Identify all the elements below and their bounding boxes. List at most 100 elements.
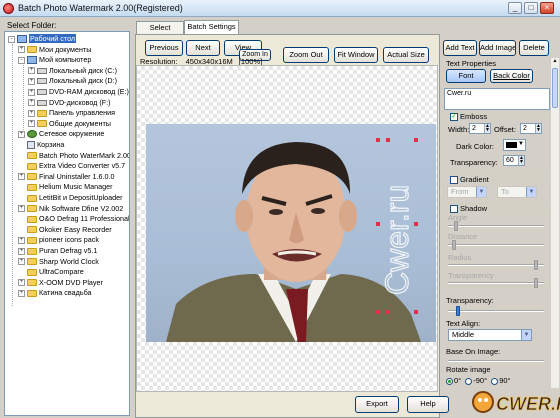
tree-node[interactable]: + Локальный диск (C:) xyxy=(28,66,117,76)
expand-toggle-icon[interactable]: + xyxy=(18,205,25,213)
tree-node-label: UltraCompare xyxy=(39,267,84,277)
tree-node[interactable]: + pioneer icons pack xyxy=(18,235,99,245)
close-button[interactable]: × xyxy=(540,2,554,14)
tree-node[interactable]: - Рабочий стол xyxy=(8,34,77,44)
emboss-checkbox[interactable]: ✓ Emboss xyxy=(450,112,487,122)
network-icon xyxy=(27,130,37,139)
folder-tree[interactable]: - Рабочий стол + Мои документы - Мой компьюте… xyxy=(4,31,130,416)
folder-icon xyxy=(27,236,37,244)
expand-toggle-icon[interactable]: - xyxy=(8,35,15,43)
shadow-distance-slider[interactable] xyxy=(448,240,544,250)
expand-toggle-icon[interactable]: + xyxy=(18,130,25,138)
tree-node[interactable]: LetitBit и DepositUploader xyxy=(18,193,123,203)
tree-node[interactable]: + Final Uninstaller 1.6.0.0 xyxy=(18,172,115,182)
tree-node[interactable]: + Puran Defrag v5.1 xyxy=(18,246,97,256)
expand-toggle-icon[interactable]: + xyxy=(18,258,25,266)
gradient-from-select[interactable]: From ▼ xyxy=(447,186,487,198)
tree-node[interactable]: Extra Video Converter v5.7 xyxy=(18,161,125,171)
transparency-slider[interactable] xyxy=(448,306,544,316)
tree-node[interactable]: + Nik Software Dfine V2.002 xyxy=(18,204,123,214)
expand-toggle-icon[interactable]: + xyxy=(28,88,35,96)
tree-node-label: Nik Software Dfine V2.002 xyxy=(39,203,124,213)
expand-toggle-icon[interactable]: - xyxy=(18,56,25,64)
tree-node[interactable]: O&O Defrag 11 Professional xyxy=(18,214,129,224)
width-spinner[interactable]: 2 ▲ ▼ xyxy=(469,123,491,134)
resize-handle[interactable] xyxy=(386,310,390,314)
watermark-text-input[interactable]: Cwer.ru xyxy=(444,88,550,110)
shadow-transparency-slider[interactable] xyxy=(448,278,544,288)
resize-handle[interactable] xyxy=(414,310,418,314)
tree-node[interactable]: + Общие документы xyxy=(28,119,111,129)
tree-node[interactable]: + Катина свадьба xyxy=(18,288,92,298)
tree-node[interactable]: Okoker Easy Recorder xyxy=(18,225,112,235)
expand-toggle-icon[interactable]: + xyxy=(28,109,35,117)
fit-window-button[interactable]: Fit Window xyxy=(334,47,378,63)
expand-toggle-icon[interactable]: + xyxy=(18,289,25,297)
tree-node[interactable]: + Панель управления xyxy=(28,108,115,118)
help-button[interactable]: Help xyxy=(407,396,449,413)
tree-node[interactable]: + DVD-RAM дисковод (E:) xyxy=(28,87,129,97)
actual-size-button[interactable]: Actual Size xyxy=(383,47,429,63)
tree-node[interactable]: + Sharp World Clock xyxy=(18,257,99,267)
minimize-button[interactable]: _ xyxy=(508,2,522,14)
tab-batch-settings[interactable]: Batch Settings xyxy=(184,20,239,35)
emboss-transparency-spinner[interactable]: 60 ▲ ▼ xyxy=(503,155,525,166)
maximize-button[interactable]: □ xyxy=(524,2,538,14)
tree-node[interactable]: + Мои документы xyxy=(18,45,91,55)
expand-toggle-icon[interactable]: + xyxy=(28,120,35,128)
text-align-select[interactable]: Middle ▼ xyxy=(448,329,532,341)
resize-handle[interactable] xyxy=(376,310,380,314)
expand-toggle-icon[interactable]: + xyxy=(18,236,25,244)
font-button[interactable]: Font xyxy=(446,69,486,83)
expand-toggle-icon[interactable]: + xyxy=(28,67,35,75)
back-color-button[interactable]: Back Color xyxy=(490,69,533,83)
cwer-logo-text: CWER.RU xyxy=(496,394,560,414)
gradient-to-select[interactable]: To ▼ xyxy=(497,186,537,198)
folder-icon xyxy=(27,152,37,160)
resize-handle[interactable] xyxy=(414,138,418,142)
resize-handle[interactable] xyxy=(414,222,418,226)
rotate-0-radio[interactable]: 0° xyxy=(446,376,461,385)
zoom-out-button[interactable]: Zoom Out xyxy=(283,47,329,63)
tree-node[interactable]: UltraCompare xyxy=(18,267,84,277)
tree-node-label: pioneer icons pack xyxy=(39,235,99,245)
base-on-image-label: Base On Image: xyxy=(446,347,501,356)
expand-toggle-icon[interactable]: + xyxy=(18,279,25,287)
shadow-checkbox[interactable]: Shadow xyxy=(450,204,487,214)
gradient-checkbox[interactable]: Gradient xyxy=(450,175,489,185)
tree-node[interactable]: - Мой компьютер xyxy=(18,55,91,65)
tree-node[interactable]: + X-OOM DVD Player xyxy=(18,278,103,288)
tree-node[interactable]: Batch Photo WaterMark 2.00 xyxy=(18,151,129,161)
base-on-image-slider[interactable] xyxy=(448,360,544,362)
properties-scrollbar[interactable]: ▲ xyxy=(550,58,559,388)
shadow-angle-slider[interactable] xyxy=(448,221,544,231)
folder-icon xyxy=(27,173,37,181)
export-button[interactable]: Export xyxy=(355,396,399,413)
expand-toggle-icon[interactable]: + xyxy=(28,77,35,85)
tree-node[interactable]: + DVD-дисковод (F:) xyxy=(28,98,111,108)
dark-color-picker[interactable]: ▼ xyxy=(503,139,526,151)
tree-node[interactable]: + Локальный диск (D:) xyxy=(28,76,117,86)
resize-handle[interactable] xyxy=(376,138,380,142)
expand-toggle-icon[interactable]: + xyxy=(18,46,25,54)
delete-button[interactable]: Delete xyxy=(519,40,549,56)
tree-node[interactable]: Корзина xyxy=(18,140,64,150)
next-button[interactable]: Next xyxy=(186,40,220,56)
tree-node[interactable]: Helium Music Manager xyxy=(18,182,113,192)
shadow-radius-slider[interactable] xyxy=(448,260,544,270)
offset-spinner[interactable]: 2 ▲ ▼ xyxy=(520,123,542,134)
tree-node-label: Корзина xyxy=(37,140,65,149)
folder-icon xyxy=(27,279,37,287)
expand-toggle-icon[interactable]: + xyxy=(18,173,25,181)
add-image-button[interactable]: Add Image xyxy=(479,40,516,56)
resize-handle[interactable] xyxy=(376,222,380,226)
previous-button[interactable]: Previous xyxy=(145,40,183,56)
add-text-button[interactable]: Add Text xyxy=(443,40,477,56)
expand-toggle-icon[interactable]: + xyxy=(28,99,35,107)
tree-node[interactable]: + Сетевое окружение xyxy=(18,129,104,139)
expand-toggle-icon[interactable]: + xyxy=(18,247,25,255)
tree-node-label: Puran Defrag v5.1 xyxy=(39,246,98,255)
watermark-text-layer[interactable]: Cwer.ru xyxy=(378,160,422,300)
resize-handle[interactable] xyxy=(386,138,390,142)
tab-select-images[interactable]: Select Images xyxy=(136,21,184,44)
